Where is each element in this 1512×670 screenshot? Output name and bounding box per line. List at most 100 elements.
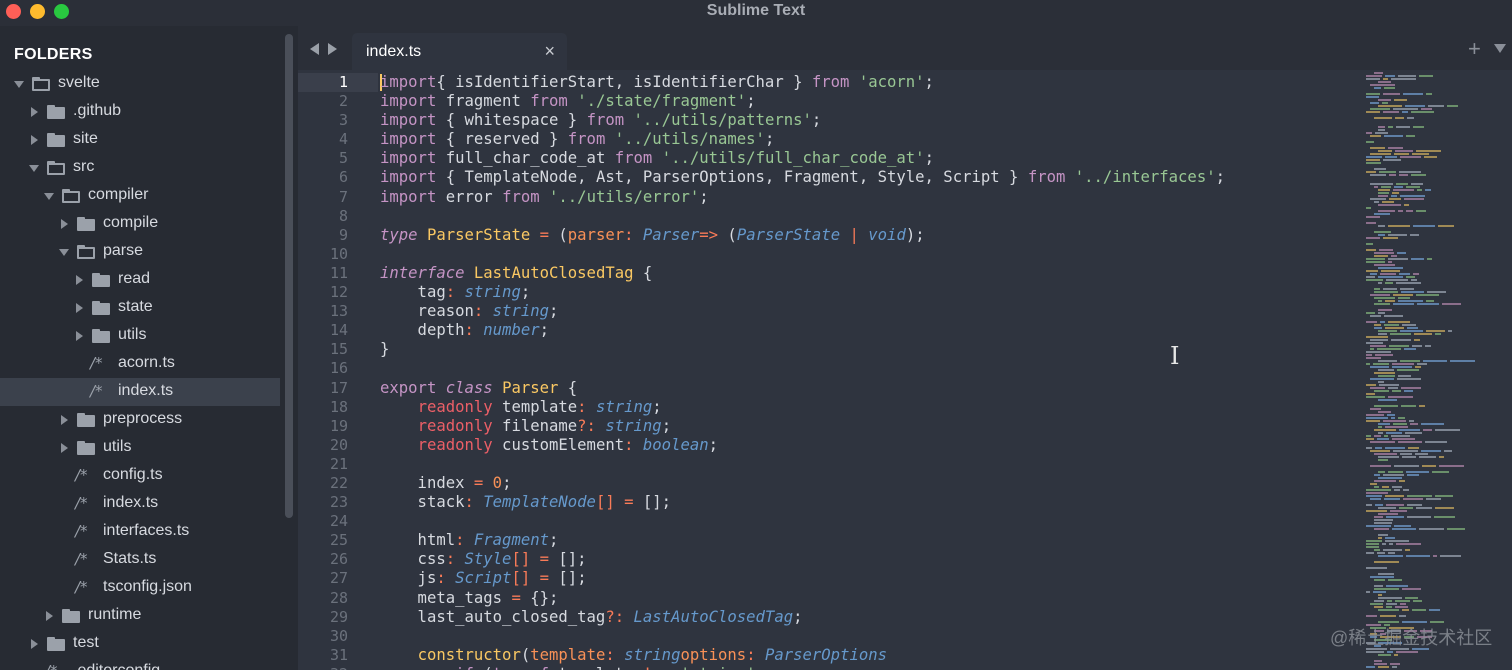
sidebar-folder-item[interactable]: state	[0, 294, 280, 322]
minimap-stroke	[1377, 348, 1401, 350]
disclosure-collapsed-icon[interactable]	[31, 639, 38, 649]
code-line: if (typeof template !== 'string'	[380, 665, 1440, 670]
disclosure-expanded-icon[interactable]	[14, 81, 24, 88]
minimap-stroke	[1414, 339, 1420, 341]
sidebar-file-item[interactable]: /* interfaces.ts	[0, 518, 280, 546]
minimap-stroke	[1366, 279, 1383, 281]
line-number: 25	[329, 531, 348, 550]
minimap-stroke	[1366, 438, 1374, 440]
minimap-stroke	[1374, 663, 1387, 665]
tab-menu-chevron-down-icon[interactable]	[1494, 44, 1506, 53]
minimap-stroke	[1412, 345, 1422, 347]
code-line: index = 0;	[380, 473, 512, 492]
minimap-stroke	[1374, 480, 1396, 482]
minimap-stroke	[1407, 495, 1432, 497]
disclosure-collapsed-icon[interactable]	[31, 107, 38, 117]
minimap-stroke	[1378, 471, 1385, 473]
minimap-stroke	[1366, 666, 1375, 668]
minimap-stroke	[1402, 588, 1421, 590]
code-editor[interactable]: 1 2 3 4 5 6 7 8 9 10 11 12 13 14 15 16 17 18 19 20 21 22 23 24 2…	[298, 70, 1512, 670]
sidebar-file-item[interactable]: /* index.ts	[0, 378, 280, 406]
sidebar-scrollbar[interactable]	[285, 34, 293, 518]
sidebar-file-item[interactable]: /* index.ts	[0, 490, 280, 518]
sidebar-file-item[interactable]: /* acorn.ts	[0, 350, 280, 378]
folder-open-icon	[47, 161, 65, 175]
minimap-stroke	[1388, 234, 1407, 236]
minimap-stroke	[1366, 162, 1381, 164]
minimap-stroke	[1379, 249, 1393, 251]
sidebar-folder-item[interactable]: compile	[0, 210, 280, 238]
minimap-stroke	[1370, 183, 1393, 185]
disclosure-collapsed-icon[interactable]	[61, 219, 68, 229]
disclosure-collapsed-icon[interactable]	[61, 443, 68, 453]
line-number: 14	[329, 321, 348, 340]
disclosure-collapsed-icon[interactable]	[76, 275, 83, 285]
sidebar-folder-item[interactable]: compiler	[0, 182, 280, 210]
sidebar-folder-item[interactable]: utils	[0, 434, 280, 462]
line-number: 21	[329, 454, 348, 473]
disclosure-expanded-icon[interactable]	[44, 193, 54, 200]
minimap-stroke	[1392, 666, 1397, 668]
minimap-stroke	[1412, 609, 1426, 611]
minimap-stroke	[1370, 102, 1379, 104]
sidebar-folder-item[interactable]: .github	[0, 98, 280, 126]
minimap-stroke	[1399, 507, 1413, 509]
minimap-stroke	[1397, 252, 1406, 254]
sidebar-file-item[interactable]: /* tsconfig.json	[0, 574, 280, 602]
sidebar-file-item[interactable]: /* config.ts	[0, 462, 280, 490]
minimap-stroke	[1378, 555, 1403, 557]
code-text[interactable]: import{ isIdentifierStart, isIdentifierC…	[380, 73, 1440, 670]
close-tab-icon[interactable]: ×	[544, 41, 555, 62]
editor-scrollbar[interactable]	[1494, 70, 1504, 670]
tab-forward-icon[interactable]	[328, 43, 337, 55]
minimap-stroke	[1366, 96, 1379, 98]
minimap-stroke	[1370, 147, 1385, 149]
minimap-stroke	[1374, 549, 1380, 551]
disclosure-collapsed-icon[interactable]	[46, 611, 53, 621]
sidebar-item-label: site	[73, 130, 98, 147]
minimap-stroke	[1394, 186, 1403, 188]
minimap-stroke	[1370, 348, 1374, 350]
sidebar-folder-item[interactable]: read	[0, 266, 280, 294]
sidebar-folder-item[interactable]: parse	[0, 238, 280, 266]
tab-index-ts[interactable]: index.ts ×	[352, 33, 567, 70]
minimap-stroke	[1407, 516, 1431, 518]
disclosure-collapsed-icon[interactable]	[76, 303, 83, 313]
disclosure-collapsed-icon[interactable]	[76, 331, 83, 341]
minimap-stroke	[1382, 201, 1394, 203]
minimap-stroke	[1401, 387, 1421, 389]
minimap-stroke	[1378, 375, 1395, 377]
minimap-stroke	[1366, 363, 1370, 365]
minimap[interactable]	[1362, 72, 1482, 670]
disclosure-collapsed-icon[interactable]	[31, 135, 38, 145]
minimap-stroke	[1370, 408, 1381, 410]
minimap-stroke	[1447, 528, 1465, 530]
sidebar-folder-item[interactable]: test	[0, 630, 280, 658]
minimap-stroke	[1382, 543, 1386, 545]
disclosure-expanded-icon[interactable]	[59, 249, 69, 256]
minimap-stroke	[1366, 591, 1370, 593]
minimap-stroke	[1429, 609, 1440, 611]
minimap-stroke	[1395, 117, 1404, 119]
tab-back-icon[interactable]	[310, 43, 319, 55]
disclosure-collapsed-icon[interactable]	[61, 415, 68, 425]
sidebar-folder-item[interactable]: utils	[0, 322, 280, 350]
minimap-stroke	[1370, 153, 1391, 155]
sidebar-file-item[interactable]: /* .editorconfig	[0, 658, 280, 670]
minimap-stroke	[1394, 465, 1419, 467]
sidebar-folder-item[interactable]: src	[0, 154, 280, 182]
new-tab-icon[interactable]: +	[1468, 36, 1481, 62]
minimap-stroke	[1422, 465, 1436, 467]
minimap-stroke	[1366, 261, 1385, 263]
sidebar-folder-item[interactable]: site	[0, 126, 280, 154]
minimap-stroke	[1366, 351, 1391, 353]
minimap-stroke	[1419, 75, 1433, 77]
minimap-stroke	[1427, 291, 1446, 293]
line-number: 6	[338, 168, 348, 187]
sidebar-folder-item[interactable]: preprocess	[0, 406, 280, 434]
sidebar-folder-item[interactable]: svelte	[0, 70, 280, 98]
disclosure-expanded-icon[interactable]	[29, 165, 39, 172]
sidebar-folder-item[interactable]: runtime	[0, 602, 280, 630]
minimap-stroke	[1448, 330, 1452, 332]
sidebar-file-item[interactable]: /* Stats.ts	[0, 546, 280, 574]
